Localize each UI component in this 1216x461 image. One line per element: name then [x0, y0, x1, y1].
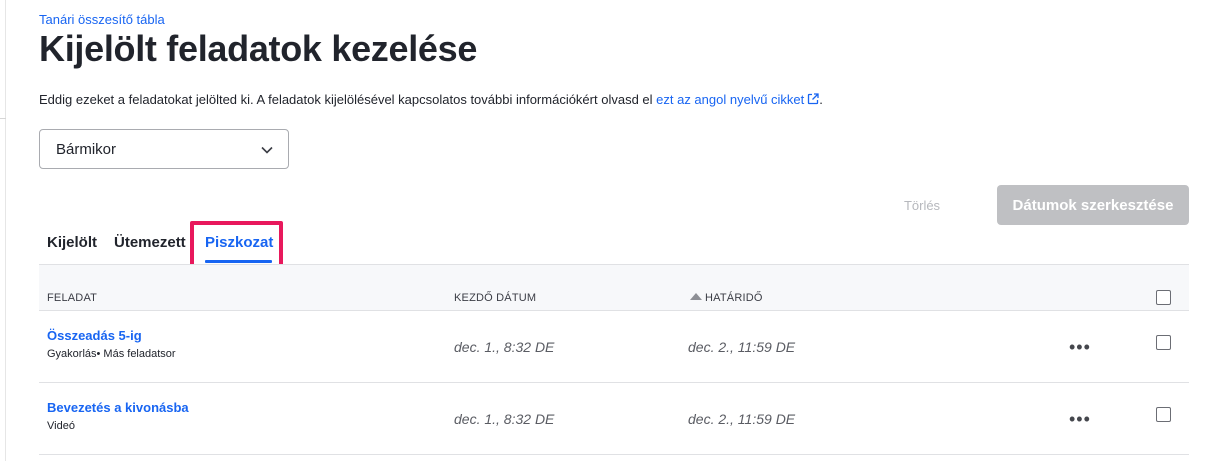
time-filter-value: Bármikor: [56, 140, 117, 158]
table-header: FELADAT KEZDŐ DÁTUM HATÁRIDŐ: [39, 264, 1189, 311]
breadcrumb[interactable]: Tanári összesítő tábla: [39, 12, 165, 27]
help-article-link-label: ezt az angol nyelvű cikket: [656, 92, 805, 107]
row-checkbox[interactable]: [1156, 407, 1171, 422]
active-tab-indicator: [205, 260, 272, 263]
sort-ascending-icon: [690, 293, 702, 300]
chevron-down-icon: [261, 146, 273, 154]
assignment-subtitle: Gyakorlás• Más feladatsor: [47, 348, 176, 360]
delete-button[interactable]: Törlés: [872, 185, 972, 225]
tab-draft[interactable]: Piszkozat: [205, 234, 273, 251]
start-date: dec. 1., 8:32 DE: [454, 339, 555, 355]
tab-assigned[interactable]: Kijelölt: [47, 234, 97, 251]
page-description: Eddig ezeket a feladatokat jelölted ki. …: [39, 92, 823, 107]
column-header-assignment[interactable]: FELADAT: [47, 292, 97, 304]
column-header-due-date[interactable]: HATÁRIDŐ: [690, 292, 763, 304]
row-checkbox[interactable]: [1156, 335, 1171, 350]
start-date: dec. 1., 8:32 DE: [454, 411, 555, 427]
assignment-subtitle: Videó: [47, 420, 75, 432]
assignment-title-link[interactable]: Összeadás 5-ig: [47, 328, 142, 343]
time-filter-select[interactable]: Bármikor: [39, 129, 289, 169]
more-options-icon[interactable]: •••: [1069, 338, 1093, 356]
select-all-checkbox[interactable]: [1156, 290, 1171, 305]
edit-dates-button[interactable]: Dátumok szerkesztése: [997, 185, 1189, 225]
sidebar-divider: [0, 118, 6, 119]
tab-scheduled[interactable]: Ütemezett: [114, 234, 186, 251]
column-header-due-date-label: HATÁRIDŐ: [705, 292, 763, 304]
more-options-icon[interactable]: •••: [1069, 410, 1093, 428]
description-text: Eddig ezeket a feladatokat jelölted ki. …: [39, 92, 657, 107]
help-article-link[interactable]: ezt az angol nyelvű cikket: [656, 92, 819, 107]
assignment-title-link[interactable]: Bevezetés a kivonásba: [47, 400, 189, 415]
table-row: Bevezetés a kivonásba Videó dec. 1., 8:3…: [39, 383, 1189, 455]
description-suffix: .: [819, 92, 823, 107]
assignments-table: FELADAT KEZDŐ DÁTUM HATÁRIDŐ Összeadás 5…: [39, 264, 1189, 461]
page-title: Kijelölt feladatok kezelése: [39, 28, 478, 69]
due-date: dec. 2., 11:59 DE: [688, 411, 796, 427]
external-link-icon: [808, 93, 819, 105]
left-sidebar-edge: [0, 0, 6, 461]
column-header-start-date[interactable]: KEZDŐ DÁTUM: [454, 292, 536, 304]
table-row: Összeadás 5-ig Gyakorlás• Más feladatsor…: [39, 311, 1189, 383]
due-date: dec. 2., 11:59 DE: [688, 339, 796, 355]
